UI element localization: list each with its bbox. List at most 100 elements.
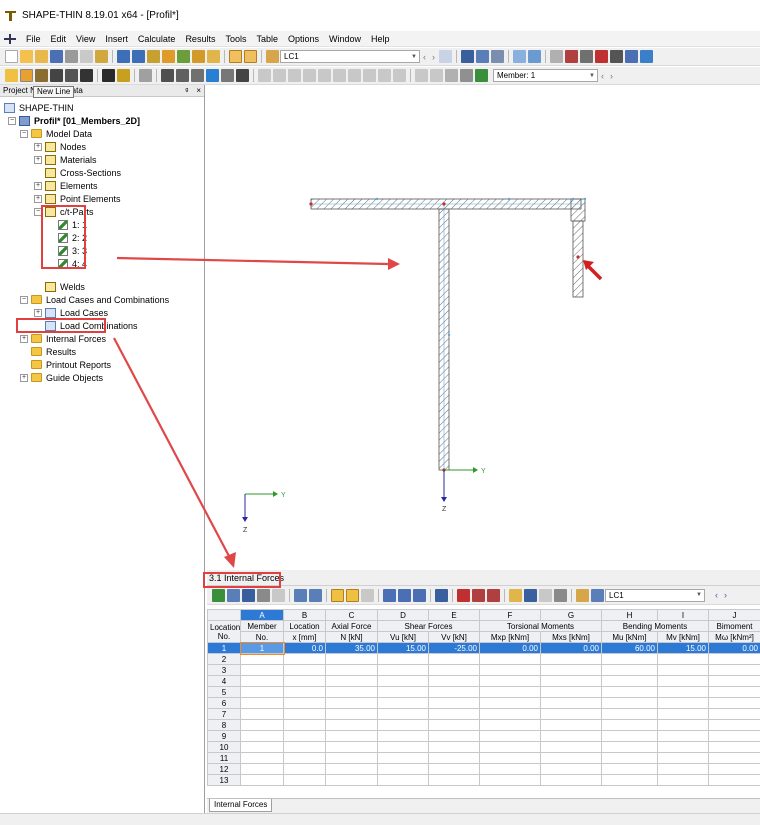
print-icon[interactable] [65,50,78,63]
collapse-icon[interactable]: − [20,129,28,138]
show-values-icon[interactable] [244,50,257,63]
select-all-icon[interactable] [430,69,443,82]
shear-vu-cell[interactable] [377,675,429,687]
bimoment-cell[interactable] [708,774,760,786]
tree-nodes[interactable]: + Nodes [34,140,86,153]
expand-icon[interactable]: + [34,308,42,317]
col-letter-b[interactable]: B [283,609,326,621]
shear-vu-cell[interactable] [377,774,429,786]
member-no-cell[interactable] [240,774,284,786]
redo-icon[interactable] [132,50,145,63]
shear-vu-cell[interactable] [377,741,429,753]
shear-vv-cell[interactable] [428,697,480,709]
torsion-mxs-cell[interactable]: 0.00 [540,642,602,654]
bending-mu-cell[interactable] [601,719,658,731]
menu-options[interactable]: Options [283,31,324,47]
torsion-mxs-cell[interactable] [540,719,602,731]
help-icon[interactable] [640,50,653,63]
axial-force-cell[interactable] [325,708,378,720]
bending-mu-cell[interactable] [601,697,658,709]
bending-mv-cell[interactable] [657,653,709,665]
torsion-mxs-cell[interactable] [540,730,602,742]
table-filter-icon[interactable] [257,588,270,602]
member-no-cell[interactable] [240,653,284,665]
close-icon[interactable]: × [196,86,201,95]
align-icon[interactable] [258,69,271,82]
show-results-icon[interactable] [229,50,242,63]
search-icon[interactable] [162,50,175,63]
shear-vu-cell[interactable] [377,653,429,665]
torsion-mxs-cell[interactable] [540,664,602,676]
expand-icon[interactable]: + [20,373,28,382]
bending-mv-cell[interactable] [657,697,709,709]
shear-vv-cell[interactable] [428,653,480,665]
bimoment-cell[interactable] [708,686,760,698]
table-settings-icon[interactable] [554,588,567,602]
section-icon[interactable] [236,69,249,82]
location-no-cell[interactable]: 8 [207,719,241,731]
options-icon[interactable] [207,50,220,63]
torsion-mxp-cell[interactable] [479,763,541,775]
bending-mv-cell[interactable]: 15.00 [657,642,709,654]
next-icon[interactable]: › [432,52,435,62]
corner-cell[interactable] [207,609,241,621]
menu-table[interactable]: Table [251,31,283,47]
dimension-icon[interactable] [139,69,152,82]
member-no-cell[interactable] [240,741,284,753]
bending-mu-cell[interactable] [601,653,658,665]
location-x-cell[interactable] [283,730,326,742]
render-icon[interactable] [610,50,623,63]
axial-force-cell[interactable] [325,697,378,709]
close-x-icon[interactable] [595,50,608,63]
tree-materials[interactable]: + Materials [34,153,97,166]
shear-vv-cell[interactable] [428,741,480,753]
torsion-mxp-cell[interactable] [479,752,541,764]
section-view-icon[interactable] [491,50,504,63]
location-x-cell[interactable] [283,675,326,687]
color-scale-icon[interactable] [475,69,488,82]
table-row[interactable]: 1 1 0.0 35.00 15.00 -25.00 0.00 0.00 60.00 15.00 0… [207,641,760,655]
delete-row-icon[interactable] [457,588,470,602]
col-letter-j[interactable]: J [708,609,760,621]
table-load-case-combo[interactable]: LC1 ▼ [605,588,705,602]
member-no-cell[interactable] [240,730,284,742]
table-view-icon[interactable] [476,50,489,63]
table-row[interactable]: 10 [207,741,760,753]
filter-icon[interactable] [445,69,458,82]
axial-force-cell[interactable] [325,719,378,731]
select-row-icon[interactable] [435,588,448,602]
shear-vu-cell[interactable] [377,730,429,742]
torsion-mxs-cell[interactable] [540,697,602,709]
zoom-window-icon[interactable] [176,69,189,82]
expand-icon[interactable]: + [34,194,42,203]
member-no-cell[interactable] [240,752,284,764]
zoom-all-icon[interactable] [191,69,204,82]
delete-icon[interactable] [565,50,578,63]
col-letter-h[interactable]: H [601,609,658,621]
location-x-cell[interactable] [283,664,326,676]
member-no-cell[interactable] [240,763,284,775]
col-letter-d[interactable]: D [377,609,429,621]
member-no-cell[interactable] [240,686,284,698]
sort-icon[interactable] [383,588,396,602]
new-file-icon[interactable] [5,50,18,63]
save-icon[interactable] [50,50,63,63]
rows-up-icon[interactable] [294,588,307,602]
text-icon[interactable] [80,69,93,82]
torsion-mxp-cell[interactable] [479,664,541,676]
bending-mu-cell[interactable] [601,730,658,742]
member-no-cell[interactable] [240,719,284,731]
location-x-cell[interactable]: 0.0 [283,642,326,654]
sort-desc-icon[interactable] [398,588,411,602]
next-icon[interactable]: › [724,590,727,600]
torsion-mxs-cell[interactable] [540,686,602,698]
torsion-mxp-cell[interactable]: 0.00 [479,642,541,654]
member-no-cell[interactable] [240,708,284,720]
axial-force-cell[interactable]: 35.00 [325,642,378,654]
bending-mv-cell[interactable] [657,752,709,764]
shear-vu-cell[interactable] [377,763,429,775]
location-no-cell[interactable]: 6 [207,697,241,709]
bending-mv-cell[interactable] [657,708,709,720]
shear-vv-cell[interactable] [428,730,480,742]
col-letter-e[interactable]: E [428,609,480,621]
